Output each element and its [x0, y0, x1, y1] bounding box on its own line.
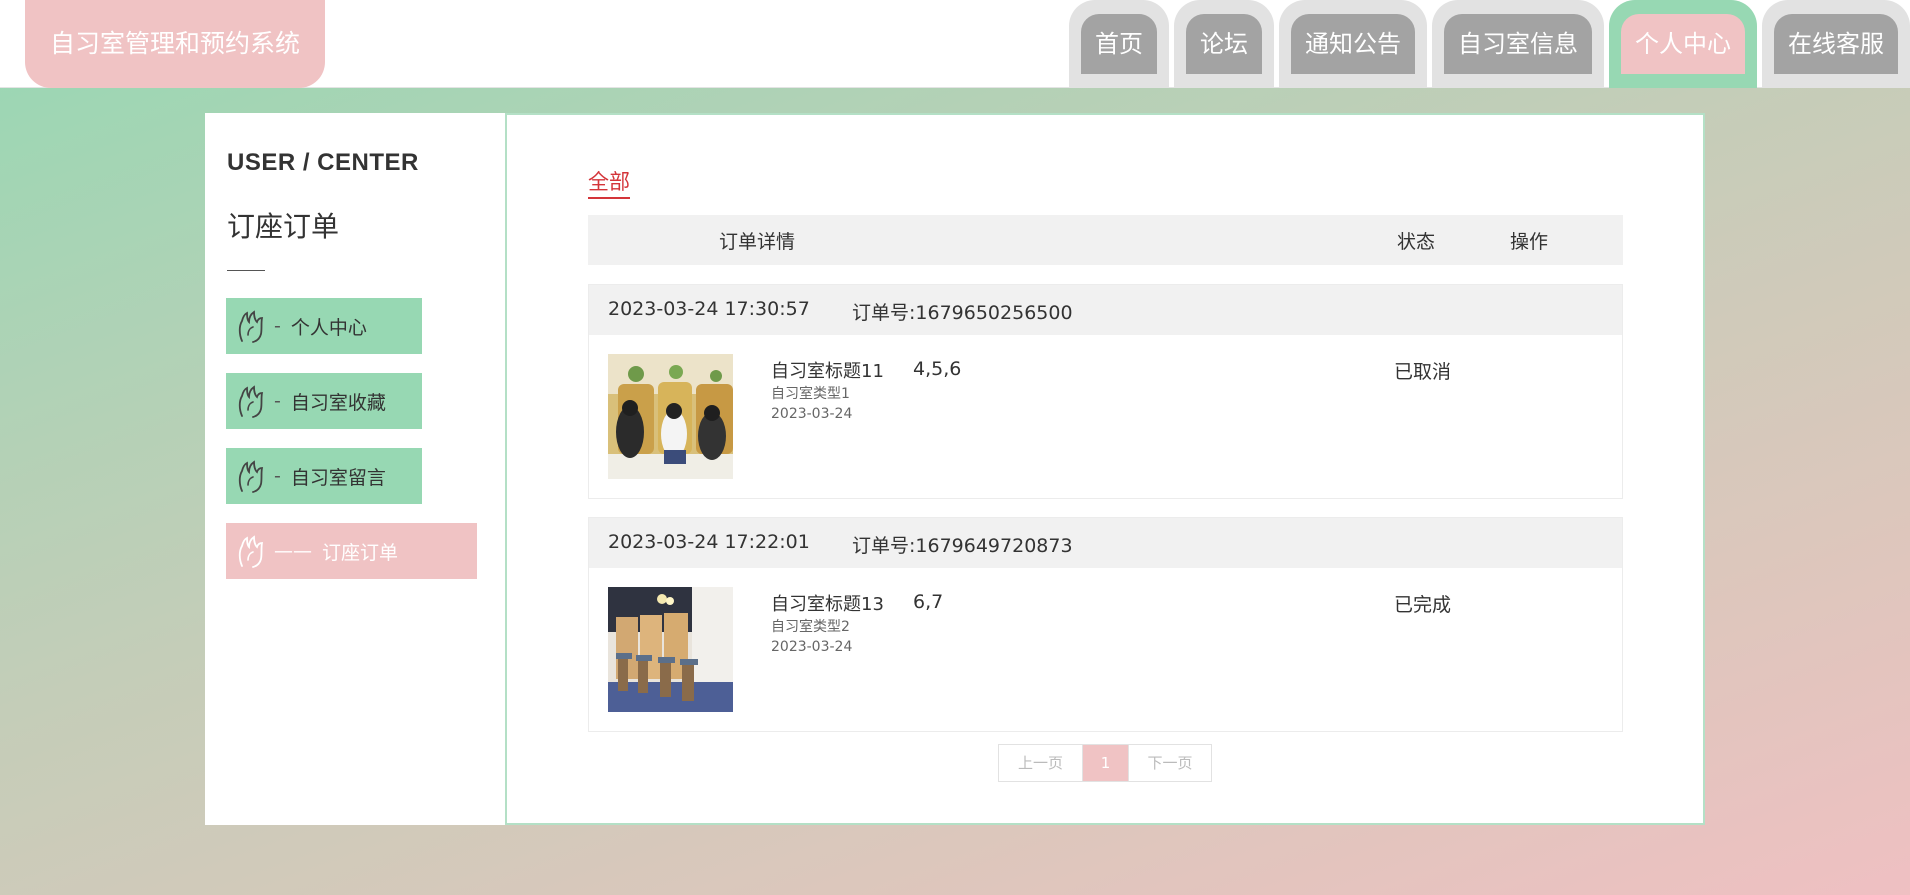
main-nav: 首页 论坛 通知公告 自习室信息 个人中心 在线客服 [1069, 0, 1910, 88]
sidebar-item-label: 订座订单 [322, 541, 399, 564]
sidebar-item-label: 自习室留言 [290, 466, 386, 489]
nav-online-service[interactable]: 在线客服 [1762, 0, 1910, 88]
page-number-button[interactable]: 1 [1082, 745, 1128, 781]
booking-date: 2023-03-24 [771, 639, 853, 655]
order-number: 订单号:1679649720873 [852, 535, 1073, 557]
sidebar-item-seat-orders[interactable]: —— 订座订单 [226, 523, 477, 579]
column-detail: 订单详情 [719, 231, 796, 253]
study-room-type: 自习室类型1 [771, 386, 850, 402]
order-number: 订单号:1679650256500 [852, 302, 1073, 324]
tab-all[interactable]: 全部 [588, 166, 630, 199]
nav-label: 自习室信息 [1444, 14, 1592, 74]
top-header: 自习室管理和预约系统 首页 论坛 通知公告 自习室信息 个人中心 在线客服 [0, 0, 1910, 88]
orders-table-header: 订单详情 状态 操作 [588, 215, 1623, 265]
nav-home[interactable]: 首页 [1069, 0, 1169, 88]
booking-date: 2023-03-24 [771, 406, 853, 422]
order-card: 2023-03-24 17:22:01 订单号:1679649720873 自习… [588, 517, 1623, 732]
hand-icon [238, 535, 264, 568]
nav-label: 在线客服 [1774, 14, 1898, 74]
study-room-title[interactable]: 自习室标题11 [771, 357, 884, 383]
order-card-header: 2023-03-24 17:30:57 订单号:1679650256500 [589, 285, 1622, 335]
sidebar-item-favorites[interactable]: - 自习室收藏 [226, 373, 422, 429]
order-card-header: 2023-03-24 17:22:01 订单号:1679649720873 [589, 518, 1622, 568]
order-datetime: 2023-03-24 17:30:57 [608, 298, 810, 320]
menu-dash: - [274, 465, 281, 487]
column-status: 状态 [1397, 231, 1436, 253]
sidebar-divider [227, 270, 265, 271]
study-room-image[interactable] [608, 587, 733, 712]
hand-icon [238, 385, 264, 418]
nav-label: 论坛 [1186, 14, 1262, 74]
seat-numbers: 6,7 [913, 591, 944, 613]
sidebar-title: 订座订单 [227, 210, 340, 243]
menu-dash: - [274, 390, 281, 412]
next-page-button[interactable]: 下一页 [1128, 745, 1211, 781]
order-status: 已取消 [1394, 361, 1452, 383]
pagination: 上一页 1 下一页 [998, 744, 1212, 782]
menu-dash: - [274, 315, 281, 337]
nav-label: 通知公告 [1291, 14, 1415, 74]
user-center-sidebar: USER / CENTER 订座订单 - 个人中心 - 自习室收藏 - 自习室留… [205, 113, 505, 825]
prev-page-button[interactable]: 上一页 [999, 745, 1082, 781]
study-room-title[interactable]: 自习室标题13 [771, 590, 884, 616]
sidebar-item-messages[interactable]: - 自习室留言 [226, 448, 422, 504]
order-datetime: 2023-03-24 17:22:01 [608, 531, 810, 553]
hand-icon [238, 460, 264, 493]
study-room-image[interactable] [608, 354, 733, 479]
order-status: 已完成 [1394, 594, 1452, 616]
study-room-type: 自习室类型2 [771, 619, 850, 635]
nav-user-center[interactable]: 个人中心 [1609, 0, 1757, 88]
nav-announcements[interactable]: 通知公告 [1279, 0, 1427, 88]
column-action: 操作 [1510, 231, 1549, 253]
order-card: 2023-03-24 17:30:57 订单号:1679650256500 自习… [588, 284, 1623, 499]
sidebar-item-label: 自习室收藏 [290, 391, 386, 414]
hand-icon [238, 310, 264, 343]
sidebar-item-label: 个人中心 [290, 316, 367, 339]
menu-dash: —— [274, 540, 312, 562]
site-brand[interactable]: 自习室管理和预约系统 [25, 0, 325, 88]
nav-label: 首页 [1081, 14, 1157, 74]
sidebar-item-profile[interactable]: - 个人中心 [226, 298, 422, 354]
orders-panel: 全部 订单详情 状态 操作 2023-03-24 17:30:57 订单号:16… [505, 113, 1705, 825]
nav-forum[interactable]: 论坛 [1174, 0, 1274, 88]
nav-label: 个人中心 [1621, 14, 1745, 74]
nav-study-rooms[interactable]: 自习室信息 [1432, 0, 1604, 88]
seat-numbers: 4,5,6 [913, 358, 962, 380]
sidebar-eyebrow: USER / CENTER [227, 149, 419, 176]
